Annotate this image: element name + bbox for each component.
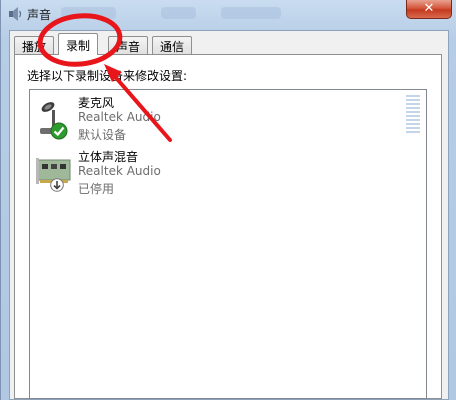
default-check-icon	[50, 122, 68, 140]
close-button[interactable]: ✕	[406, 0, 452, 19]
tab-sounds[interactable]: 声音	[108, 36, 149, 54]
blurred-title-region	[221, 7, 281, 19]
device-driver: Realtek Audio	[78, 110, 161, 124]
tab-recording[interactable]: 录制	[58, 33, 99, 55]
instruction-text: 选择以下录制设备来修改设置:	[27, 69, 188, 83]
device-driver: Realtek Audio	[78, 164, 161, 178]
blurred-title-region	[161, 7, 196, 19]
device-item-stereo-mix[interactable]: 立体声混音 Realtek Audio 已停用	[30, 144, 410, 196]
disabled-arrow-icon	[50, 178, 64, 192]
dialog-client-area: 播放 录制 声音 通信 选择以下录制设备来修改设置: 麦克风 Realtek A…	[9, 30, 449, 400]
sound-dialog: 声音 ✕ 播放 录制 声音 通信 选择以下录制设备来修改设置: 麦克风 Real…	[0, 0, 456, 400]
device-name: 麦克风	[78, 96, 115, 110]
blurred-title-region	[61, 7, 116, 19]
recording-device-list[interactable]: 麦克风 Realtek Audio 默认设备 立体声混音 Realtek Aud…	[29, 89, 427, 399]
tab-communications[interactable]: 通信	[152, 36, 193, 54]
recording-tab-panel: 选择以下录制设备来修改设置: 麦克风 Realtek Audio 默认设备 立体…	[14, 54, 442, 399]
speaker-icon	[9, 7, 22, 21]
device-item-microphone[interactable]: 麦克风 Realtek Audio 默认设备	[30, 90, 420, 142]
title-bar[interactable]: 声音 ✕	[1, 0, 456, 28]
tab-playback[interactable]: 播放	[14, 36, 55, 54]
window-title: 声音	[27, 8, 52, 22]
device-name: 立体声混音	[78, 150, 139, 164]
device-status: 默认设备	[78, 128, 127, 142]
level-meter	[406, 95, 420, 135]
device-status: 已停用	[78, 182, 115, 196]
